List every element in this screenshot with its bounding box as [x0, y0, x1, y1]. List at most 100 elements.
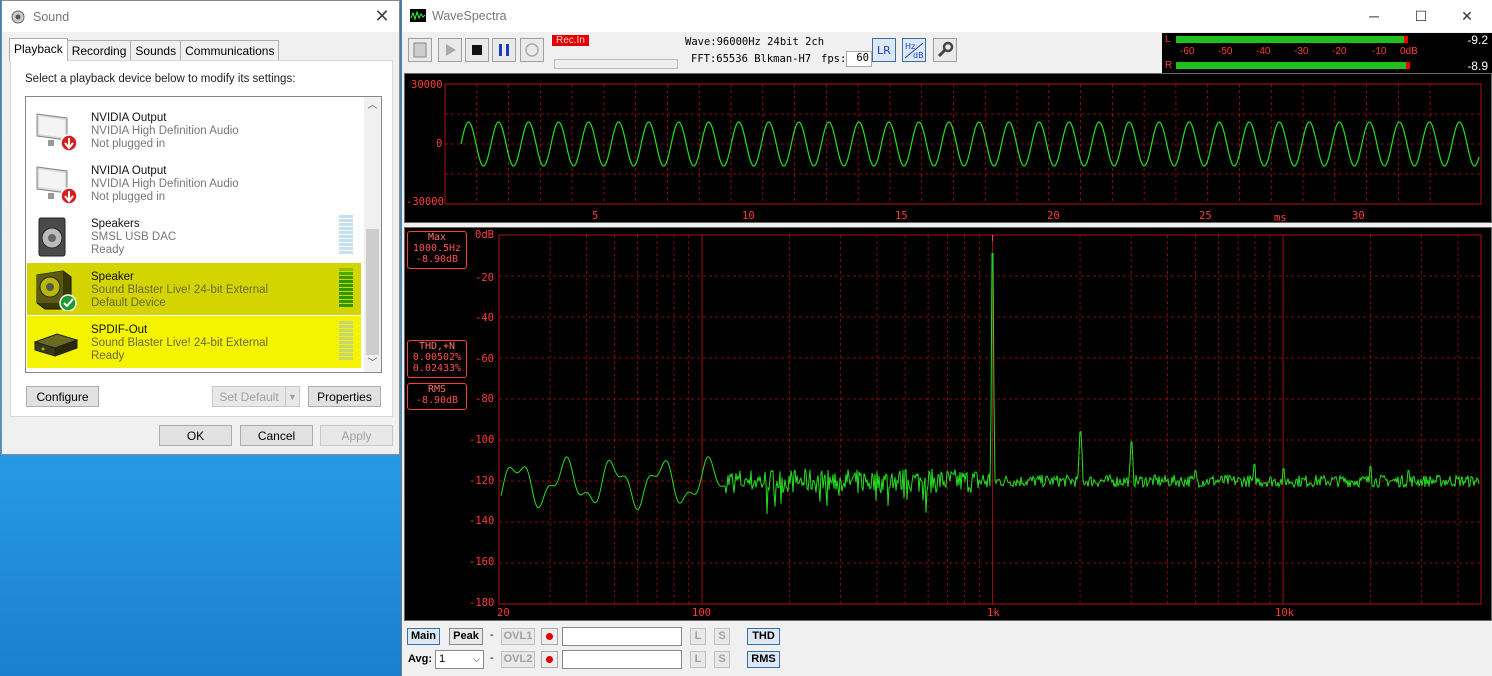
- open-file-button[interactable]: [408, 38, 432, 62]
- scroll-thumb[interactable]: [366, 229, 379, 355]
- ovl2-button[interactable]: OVL2: [501, 651, 535, 668]
- ovl1-load-button[interactable]: L: [690, 628, 706, 645]
- scroll-up-icon[interactable]: ︿: [364, 97, 381, 114]
- svg-text:Hz: Hz: [905, 42, 915, 51]
- maximize-icon[interactable]: ☐: [1406, 7, 1436, 25]
- play-icon: [446, 44, 456, 56]
- fft-settings: FFT:65536 Blkman-H7: [691, 53, 812, 65]
- max-level: -8.90dB: [415, 254, 459, 265]
- avg-select[interactable]: 1 ⌵: [435, 650, 484, 669]
- ovl1-save-button[interactable]: S: [714, 628, 730, 645]
- wave-x-tick: 30: [1352, 210, 1365, 222]
- tab-communications[interactable]: Communications: [180, 40, 280, 60]
- device-status: Not plugged in: [91, 191, 166, 203]
- ok-button[interactable]: OK: [159, 425, 232, 446]
- list-item[interactable]: Speaker Sound Blaster Live! 24-bit Exter…: [27, 263, 361, 315]
- tab-sounds[interactable]: Sounds: [130, 40, 182, 60]
- rms-button[interactable]: RMS: [747, 651, 780, 668]
- thd-button[interactable]: THD: [747, 628, 780, 645]
- ovl2-load-button[interactable]: L: [690, 651, 706, 668]
- peak-button[interactable]: Peak: [449, 628, 483, 645]
- speaker-icon: [38, 217, 66, 257]
- device-driver: Sound Blaster Live! 24-bit External: [91, 337, 269, 349]
- ws-titlebar[interactable]: WaveSpectra ─ ☐ ✕: [402, 0, 1492, 32]
- main-button[interactable]: Main: [407, 628, 440, 645]
- scroll-down-icon[interactable]: ﹀: [364, 355, 381, 372]
- ovl2-record-icon[interactable]: [541, 651, 558, 668]
- hz-db-button[interactable]: Hz dB: [902, 38, 926, 62]
- spec-y-tick: -180: [469, 597, 495, 609]
- list-item[interactable]: NVIDIA Output NVIDIA High Definition Aud…: [27, 104, 361, 156]
- avg-value: 1: [439, 653, 446, 665]
- stop-button[interactable]: [465, 38, 489, 62]
- list-item[interactable]: SPDIF-Out Sound Blaster Live! 24-bit Ext…: [27, 316, 361, 368]
- tab-playback[interactable]: Playback: [9, 38, 68, 61]
- device-driver: Sound Blaster Live! 24-bit External: [91, 284, 269, 296]
- properties-button[interactable]: Properties: [308, 386, 381, 407]
- thdn-value: 0.02433%: [412, 363, 462, 374]
- settings-button[interactable]: [933, 38, 957, 62]
- spec-y-tick: -60: [475, 353, 494, 365]
- wave-x-tick: 10: [742, 210, 755, 222]
- ovl1-button[interactable]: OVL1: [501, 628, 535, 645]
- fps-field[interactable]: 60: [846, 51, 872, 67]
- vu-scale-tick: -30: [1294, 46, 1309, 57]
- level-meter: [339, 215, 353, 257]
- close-icon[interactable]: ✕: [1452, 7, 1482, 25]
- thd-value: 0.00502%: [412, 352, 462, 363]
- cancel-button[interactable]: Cancel: [240, 425, 313, 446]
- vu-scale-tick: 0dB: [1400, 46, 1418, 57]
- ovl1-field[interactable]: [562, 627, 682, 646]
- spec-x-tick: 1k: [987, 607, 1000, 619]
- sound-titlebar[interactable]: Sound ✕: [2, 1, 399, 32]
- speaker-app-icon: [11, 10, 25, 23]
- max-frequency: 1000.5Hz: [412, 243, 462, 254]
- rms-value: -8.90dB: [415, 395, 459, 406]
- play-button[interactable]: [438, 38, 462, 62]
- record-button[interactable]: [520, 38, 544, 62]
- level-meter-panel: L R -60 -50 -40 -30 -20 -10 0dB -9.2 -8.…: [1162, 33, 1492, 73]
- max-readout: Max 1000.5Hz -8.90dB: [407, 231, 467, 269]
- ovl1-record-icon[interactable]: [541, 628, 558, 645]
- sound-dialog: Sound ✕ Playback Recording Sounds Commun…: [1, 0, 400, 455]
- pause-icon: [499, 44, 509, 56]
- set-default-button[interactable]: Set Default: [212, 386, 286, 407]
- set-default-dropdown-icon[interactable]: ▼: [285, 386, 300, 407]
- playback-panel: Select a playback device below to modify…: [10, 60, 393, 417]
- spec-y-tick: -140: [469, 515, 495, 527]
- spec-x-tick: 100: [692, 607, 711, 619]
- configure-button[interactable]: Configure: [26, 386, 99, 407]
- vu-scale-tick: -50: [1218, 46, 1233, 57]
- rms-readout: RMS -8.90dB: [407, 383, 467, 410]
- wave-y-tick: 30000: [411, 79, 443, 91]
- spectrum-panel: 0dB -20 -40 -60 -80 -100 -120 -140 -160 …: [404, 227, 1492, 621]
- ws-bottom-controls: Main Peak - OVL1 L S THD Avg: 1 ⌵ - OVL2…: [402, 622, 1492, 676]
- left-channel-label: L: [1165, 34, 1171, 45]
- device-driver: SMSL USB DAC: [91, 231, 177, 243]
- list-item[interactable]: Speakers SMSL USB DAC Ready: [27, 210, 361, 262]
- separator-dash: -: [490, 652, 494, 664]
- minimize-icon[interactable]: ─: [1359, 7, 1389, 25]
- left-level-value: -9.2: [1467, 33, 1488, 47]
- pause-button[interactable]: [492, 38, 516, 62]
- close-icon[interactable]: ✕: [373, 7, 391, 25]
- wave-y-tick: 0: [436, 138, 443, 150]
- spec-y-tick: -120: [469, 475, 495, 487]
- separator-dash: -: [490, 629, 494, 641]
- thd-label: THD,+N: [418, 341, 456, 352]
- spec-y-tick: -160: [469, 556, 495, 568]
- ovl2-save-button[interactable]: S: [714, 651, 730, 668]
- device-name: NVIDIA Output: [91, 165, 167, 177]
- lr-button[interactable]: LR: [872, 38, 896, 62]
- device-list-scrollbar[interactable]: ︿ ﹀: [364, 97, 381, 372]
- left-peak-marker: [1403, 36, 1408, 43]
- tab-recording[interactable]: Recording: [66, 40, 132, 60]
- device-list[interactable]: NVIDIA Output NVIDIA High Definition Aud…: [25, 96, 382, 373]
- apply-button[interactable]: Apply: [320, 425, 393, 446]
- position-slider[interactable]: [554, 59, 678, 69]
- ovl2-field[interactable]: [562, 650, 682, 669]
- lr-channel-icon: LR: [877, 44, 891, 57]
- list-item[interactable]: NVIDIA Output NVIDIA High Definition Aud…: [27, 157, 361, 209]
- spec-y-tick: -40: [475, 312, 494, 324]
- spectrum-plot: [498, 234, 1482, 605]
